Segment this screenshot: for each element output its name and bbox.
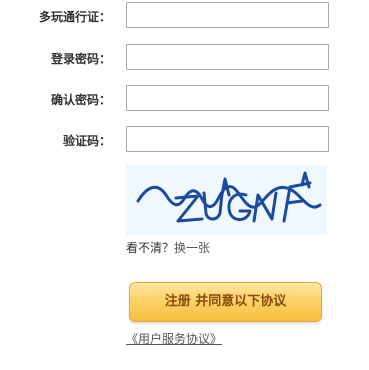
registration-form: 多玩通行证： 登录密码： 确认密码： 验证码： 看不清？换一张 注册 并同意以下… [0,0,369,370]
username-input[interactable] [126,2,329,28]
confirm-password-label: 确认密码： [50,93,111,107]
password-input[interactable] [126,44,329,70]
captcha-input[interactable] [126,126,329,152]
password-row: 登录密码： [0,44,369,74]
confirm-password-input[interactable] [126,85,329,111]
captcha-graphic [136,171,322,223]
captcha-refresh-line: 看不清？换一张 [126,239,210,257]
username-row: 多玩通行证： [0,2,369,32]
register-button[interactable]: 注册 并同意以下协议 [129,282,322,322]
password-label: 登录密码： [50,52,111,66]
user-agreement-link[interactable]: 《用户服务协议》 [126,330,222,348]
captcha-unclear-text: 看不清？ [126,241,175,255]
captcha-image[interactable] [126,165,327,235]
confirm-password-row: 确认密码： [0,85,369,115]
captcha-row: 验证码： [0,126,369,156]
username-label: 多玩通行证： [38,10,111,24]
captcha-label: 验证码： [62,134,111,148]
captcha-refresh-link[interactable]: 换一张 [174,241,210,255]
